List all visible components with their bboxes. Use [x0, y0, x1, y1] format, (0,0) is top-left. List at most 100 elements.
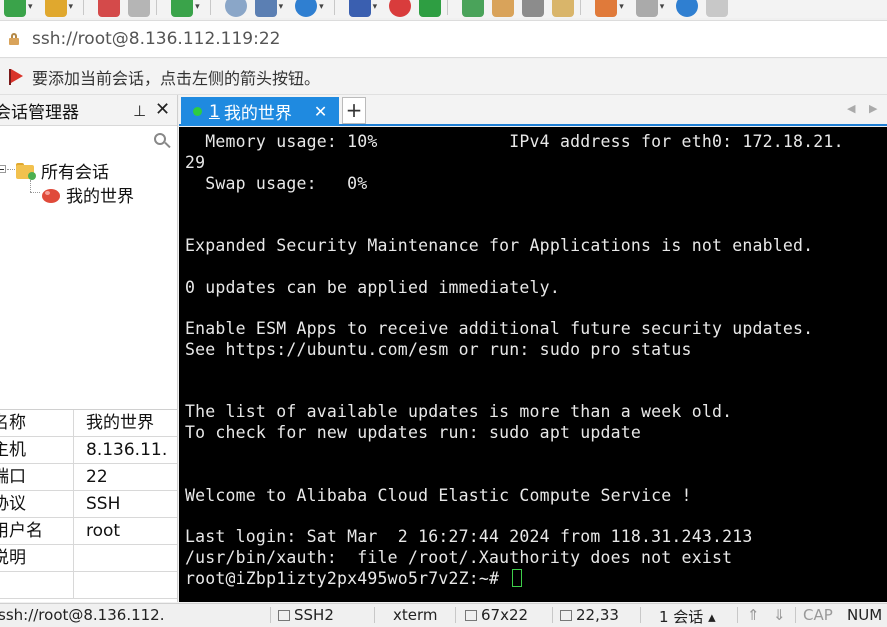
tree-item-my-world[interactable]: 我的世界 — [40, 182, 134, 207]
reconnect-icon[interactable] — [128, 0, 151, 17]
terminal-cursor[interactable] — [512, 568, 523, 587]
record-icon[interactable] — [389, 0, 412, 17]
terminal-line: See https://ubuntu.com/esm or run: sudo … — [185, 340, 692, 359]
session-tree: 所有会话 我的世界 — [0, 158, 177, 411]
terminal-line: 0 updates can be applied immediately. — [185, 277, 560, 297]
toolbar-separator — [209, 0, 211, 15]
tree-connector — [30, 180, 31, 192]
status-connection: ssh://root@8.136.112. — [0, 606, 165, 624]
script-icon[interactable] — [419, 0, 442, 17]
terminal-line: Welcome to Alibaba Cloud Elastic Compute… — [185, 485, 692, 505]
property-key: 名称 — [0, 410, 74, 436]
property-row — [0, 572, 177, 599]
property-value: 我的世界 — [86, 413, 154, 433]
session-manager-panel: 会话管理器 ⊥ ✕ 所有会话 我的世界 名称我的世界主机8.136.11…端口2… — [0, 95, 178, 602]
dropdown-caret-icon[interactable]: ▾ — [660, 2, 665, 12]
property-key: 用户名 — [0, 518, 74, 544]
toolbar-separator — [156, 0, 158, 15]
terminal-line: Last login: Sat Mar 2 16:27:44 2024 from… — [185, 527, 753, 547]
hint-bar: 要添加当前会话，点击左侧的箭头按钮。 — [0, 59, 887, 95]
dropdown-caret-icon[interactable]: ▾ — [28, 2, 33, 12]
property-key: 端口 — [0, 464, 74, 490]
bookmark-flag-icon[interactable] — [8, 68, 24, 86]
resize-icon — [465, 610, 477, 621]
lock-toolbar-icon[interactable] — [492, 0, 515, 17]
property-row: 名称我的世界 — [0, 410, 177, 437]
help-icon[interactable] — [676, 0, 699, 17]
connected-status-icon — [193, 107, 202, 116]
session-manager-header: 会话管理器 ⊥ ✕ — [0, 95, 177, 126]
terminal-line: To check for new updates run: sudo apt u… — [185, 423, 642, 443]
tab-scroll-right-icon[interactable]: ▶ — [869, 102, 877, 115]
session-search[interactable] — [0, 126, 177, 158]
property-key: 协议 — [0, 491, 74, 517]
tab-number: 1 — [209, 101, 220, 122]
status-protocol: SSH2 — [278, 606, 334, 624]
highlight-icon[interactable] — [552, 0, 575, 17]
settings-gear-icon[interactable] — [171, 0, 194, 17]
status-arrow-up-icon[interactable]: ⇑ — [747, 606, 760, 624]
lock-status-icon — [278, 610, 290, 621]
dropdown-caret-icon[interactable]: ▾ — [619, 2, 624, 12]
chat-icon[interactable] — [706, 0, 729, 17]
new-tab-icon[interactable] — [595, 0, 618, 17]
status-bar: ssh://root@8.136.112. SSH2 xterm 67x22 2… — [0, 603, 887, 626]
address-bar[interactable]: ssh://root@8.136.112.119:22 — [0, 20, 887, 58]
tree-item-label: 所有会话 — [41, 163, 109, 183]
tree-connector — [30, 192, 40, 193]
tab-close-icon[interactable]: ✕ — [314, 102, 327, 121]
toolbar-separator — [447, 0, 449, 15]
layout-icon[interactable] — [254, 0, 277, 17]
status-arrow-down-icon[interactable]: ⇓ — [773, 606, 786, 624]
status-num-lock: NUM — [847, 606, 883, 624]
new-session-icon[interactable] — [4, 0, 26, 17]
dropdown-caret-icon[interactable]: ▾ — [373, 2, 378, 12]
disconnect-icon[interactable] — [98, 0, 121, 17]
search-icon[interactable] — [154, 133, 171, 149]
dropdown-caret-icon[interactable]: ▾ — [319, 2, 324, 12]
property-row: 用户名 root — [0, 518, 177, 545]
property-row: 主机 8.136.11… — [0, 437, 177, 464]
font-icon[interactable] — [348, 0, 371, 17]
property-value: root — [86, 521, 121, 541]
terminal-line: root@iZbp1izty2px495wo5r7v2Z:~# — [185, 568, 523, 588]
property-key: 主机 — [0, 437, 74, 463]
terminal-line: 29 — [185, 152, 206, 172]
lock-icon — [8, 33, 20, 45]
tree-item-label: 我的世界 — [66, 187, 134, 207]
tab-label: 我的世界 — [223, 104, 292, 124]
tree-connector — [7, 169, 15, 170]
session-manager-title: 会话管理器 — [0, 102, 79, 123]
globe-icon[interactable] — [295, 0, 318, 17]
session-icon — [40, 186, 62, 204]
open-folder-icon[interactable] — [44, 0, 67, 17]
session-properties: 名称我的世界主机 8.136.11… 端口 22 协议 SSH 用户名 root 说明 — [0, 409, 177, 599]
tab-scroll-left-icon[interactable]: ◀ — [847, 102, 855, 115]
add-tab-button[interactable]: + — [342, 97, 366, 124]
close-panel-icon[interactable]: ✕ — [155, 99, 170, 120]
fullscreen-icon[interactable] — [462, 0, 485, 17]
property-value: 22 — [86, 467, 108, 487]
dropdown-caret-icon[interactable]: ▾ — [279, 2, 284, 12]
property-value: SSH — [86, 494, 121, 514]
toolbar-separator — [83, 0, 85, 15]
terminal-line: Memory usage: 10% IPv4 address for eth0:… — [185, 132, 844, 151]
collapse-icon[interactable] — [0, 165, 6, 173]
terminal-line: The list of available updates is more th… — [185, 402, 733, 422]
property-value — [74, 545, 169, 571]
property-value — [74, 572, 169, 598]
folder-icon — [16, 162, 36, 180]
property-key: 说明 — [0, 545, 74, 571]
dropdown-caret-icon[interactable]: ▾ — [69, 2, 74, 12]
status-cursor-position: 22,33 — [560, 606, 619, 624]
pin-icon[interactable]: ⊥ — [133, 102, 146, 120]
window-icon[interactable] — [635, 0, 658, 17]
find-icon[interactable] — [224, 0, 247, 17]
address-text[interactable]: ssh://root@8.136.112.119:22 — [32, 29, 280, 49]
dropdown-caret-icon[interactable]: ▾ — [195, 2, 200, 12]
terminal-line: /usr/bin/xauth: file /root/.Xauthority d… — [185, 548, 733, 567]
keyboard-icon[interactable] — [522, 0, 545, 17]
terminal-area[interactable]: Memory usage: 10% IPv4 address for eth0:… — [179, 127, 887, 602]
tab-my-world[interactable]: 1 我的世界 ✕ — [181, 97, 339, 126]
terminal-line: Enable ESM Apps to receive additional fu… — [185, 319, 814, 339]
